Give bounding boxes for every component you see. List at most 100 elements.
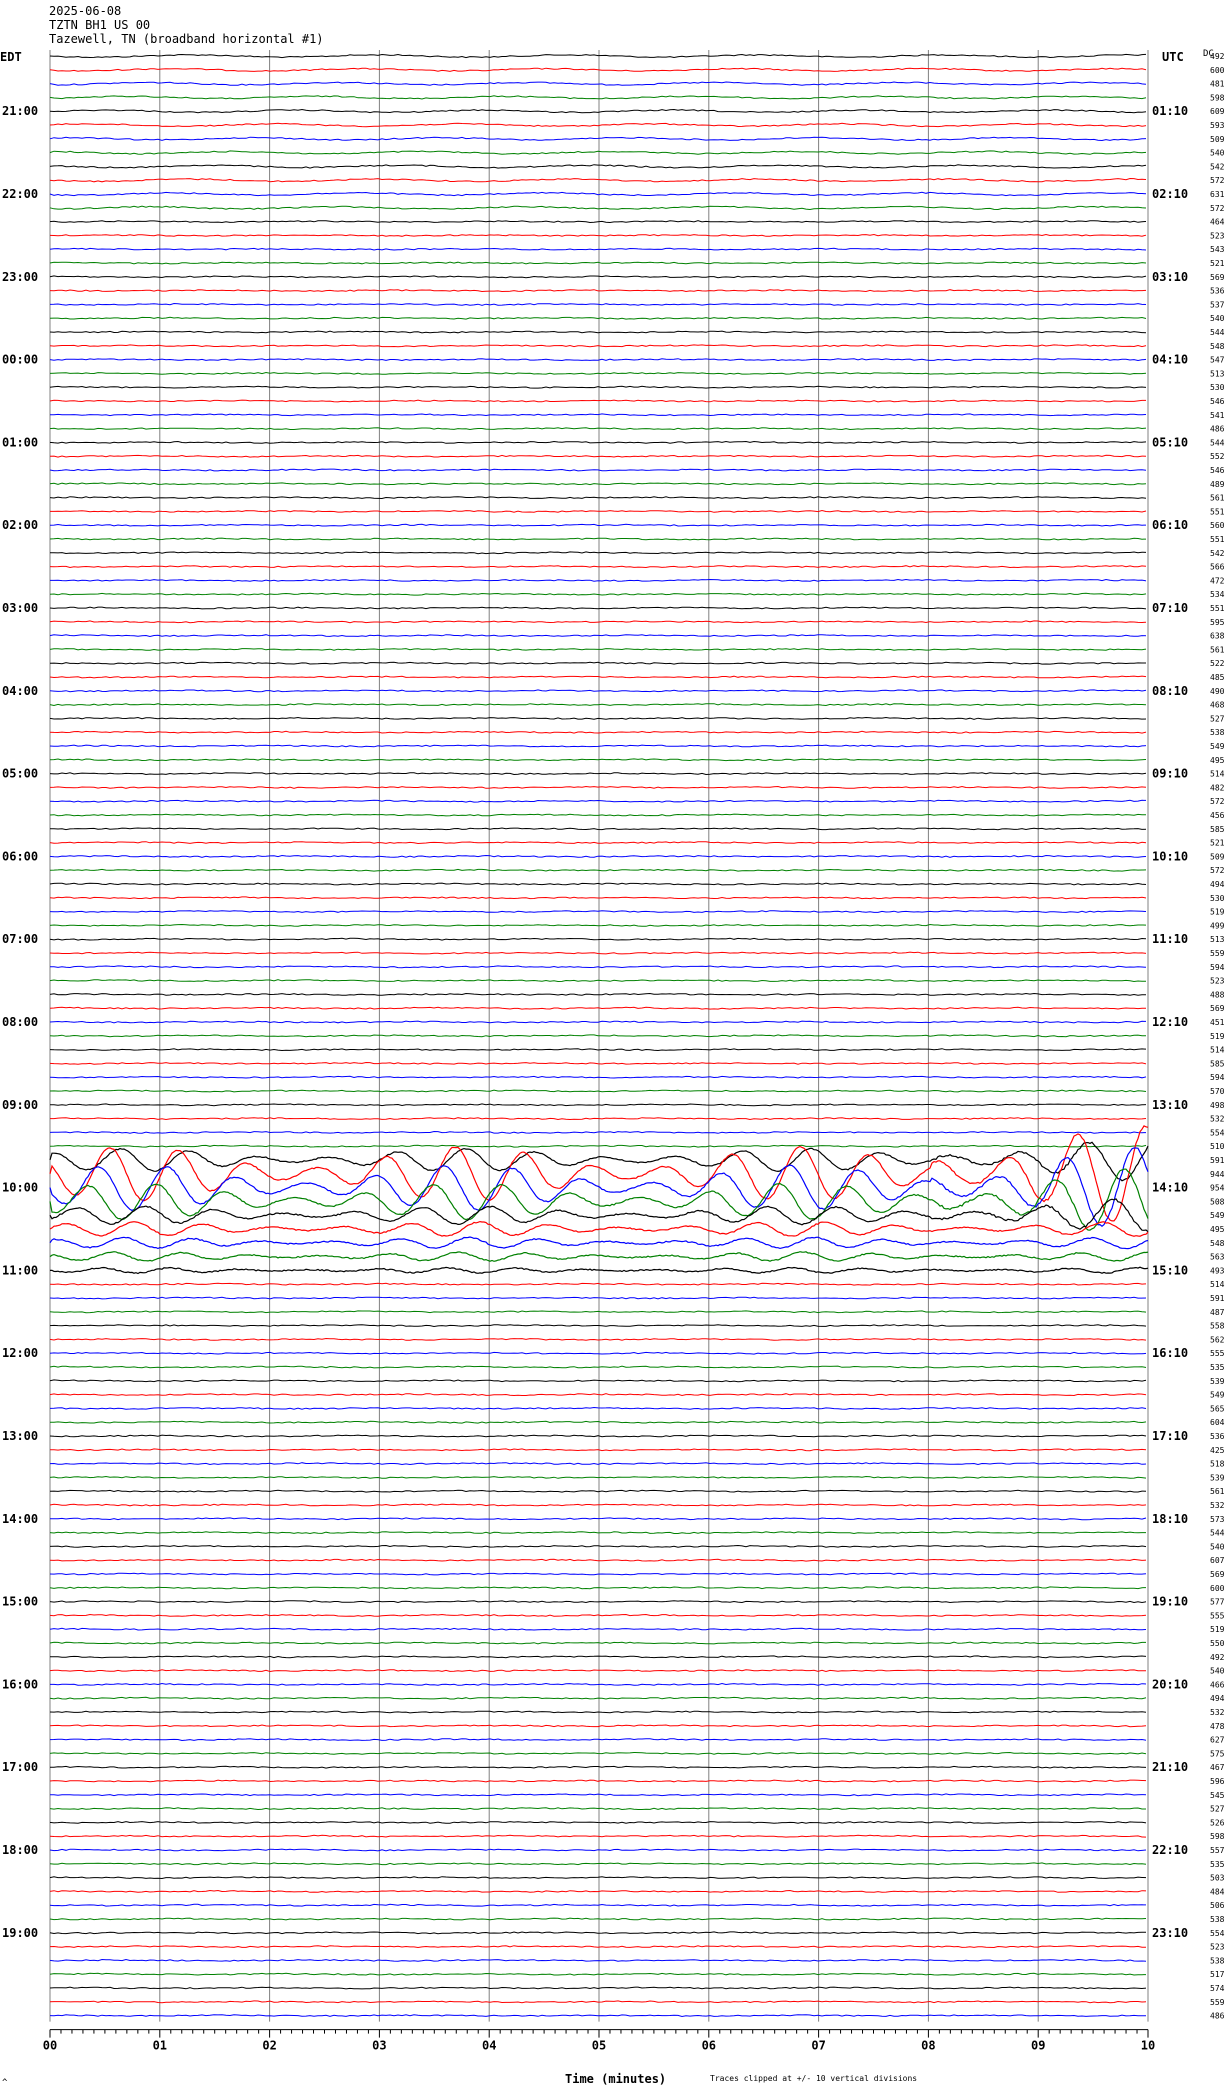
trace-row-137 — [49, 1945, 1146, 1949]
trace-row-89 — [49, 1282, 1147, 1286]
left-hour-label: 22:00 — [2, 187, 38, 201]
x-axis-title: Time (minutes) — [565, 2072, 667, 2086]
right-hour-label: 22:10 — [1152, 1843, 1188, 1857]
right-hour-label: 01:10 — [1152, 104, 1188, 118]
trace-row-132 — [49, 1876, 1147, 1880]
trace-row-8 — [49, 164, 1147, 169]
dc-offset-label: 572 — [1210, 176, 1225, 185]
trace-row-127 — [49, 1807, 1146, 1811]
dc-offset-label: 546 — [1210, 466, 1225, 475]
trace-row-58 — [49, 854, 1147, 858]
dc-offset-label: 561 — [1210, 645, 1225, 654]
left-hour-label: 21:00 — [2, 104, 38, 118]
corner-mark: ^ — [2, 2078, 8, 2088]
left-hour-label: 03:00 — [2, 601, 38, 615]
dc-offset-label: 544 — [1210, 1529, 1225, 1538]
trace-row-65 — [49, 951, 1147, 955]
trace-row-74 — [49, 1075, 1147, 1079]
dc-offset-label: 560 — [1210, 521, 1225, 530]
dc-offset-label: 544 — [1210, 438, 1225, 447]
dc-offset-label: 523 — [1210, 977, 1225, 986]
dc-offset-label: 555 — [1210, 1611, 1225, 1620]
left-hour-label: 16:00 — [2, 1677, 38, 1691]
right-hour-labels: 01:10 02:10 03:10 04:10 05:10 06:10 07:10 08:10… — [1152, 104, 1188, 1940]
left-hour-label: 04:00 — [2, 684, 38, 698]
dc-offset-label: 570 — [1210, 1087, 1225, 1096]
dc-offset-label: 522 — [1210, 659, 1225, 668]
dc-offset-label: 521 — [1210, 259, 1225, 268]
dc-offset-label: 543 — [1210, 245, 1225, 254]
x-tick-label: 07 — [811, 2039, 825, 2053]
trace-row-76 — [50, 1103, 1147, 1107]
dc-offset-label: 519 — [1210, 908, 1225, 917]
dc-offset-label: 518 — [1210, 1460, 1225, 1469]
clip-note: Traces clipped at +/- 10 vertical divisi… — [710, 2074, 918, 2083]
trace-row-42 — [49, 634, 1147, 638]
right-hour-label: 21:10 — [1152, 1760, 1188, 1774]
x-tick-label: 09 — [1031, 2039, 1045, 2053]
trace-row-18 — [49, 302, 1147, 306]
trace-row-54 — [49, 799, 1147, 803]
trace-row-128 — [49, 1821, 1147, 1824]
dc-offset-label: 526 — [1210, 1818, 1225, 1827]
dc-offset-label: 472 — [1210, 576, 1225, 585]
trace-row-14 — [49, 247, 1147, 251]
trace-row-45 — [49, 675, 1147, 679]
trace-row-107 — [49, 1531, 1146, 1535]
trace-row-55 — [49, 813, 1146, 817]
trace-row-13 — [49, 233, 1147, 237]
trace-row-21 — [49, 344, 1147, 348]
dc-offset-label: 598 — [1210, 1832, 1225, 1841]
dc-offset-label: 631 — [1210, 190, 1225, 199]
dc-offset-label: 538 — [1210, 1915, 1225, 1924]
right-hour-label: 12:10 — [1152, 1015, 1188, 1029]
right-hour-label: 14:10 — [1152, 1181, 1188, 1195]
trace-row-11 — [49, 205, 1147, 211]
left-hour-label: 05:00 — [2, 767, 38, 781]
trace-row-30 — [49, 468, 1147, 472]
left-hour-label: 17:00 — [2, 1760, 38, 1774]
left-hour-label: 23:00 — [2, 270, 38, 284]
dc-offset-label: 595 — [1210, 618, 1225, 627]
trace-row-109 — [49, 1558, 1147, 1562]
trace-row-92 — [49, 1324, 1147, 1328]
dc-offset-label: 550 — [1210, 1639, 1225, 1648]
x-tick-label: 01 — [153, 2039, 167, 2053]
dc-offset-label: 604 — [1210, 1418, 1225, 1427]
trace-row-115 — [49, 1641, 1146, 1645]
trace-row-102 — [49, 1462, 1147, 1466]
dc-offset-label: 488 — [1210, 990, 1225, 999]
left-hour-label: 11:00 — [2, 1263, 38, 1277]
trace-row-96 — [49, 1379, 1147, 1383]
dc-offset-label: 572 — [1210, 866, 1225, 875]
trace-row-71 — [49, 1034, 1147, 1038]
dc-offset-label: 490 — [1210, 687, 1225, 696]
trace-row-56 — [50, 827, 1147, 831]
dc-offset-label: 572 — [1210, 797, 1225, 806]
trace-row-26 — [49, 413, 1147, 417]
trace-row-9 — [49, 177, 1147, 183]
trace-row-46 — [49, 689, 1147, 693]
dc-offset-label: 540 — [1210, 1667, 1225, 1676]
dc-offset-label: 552 — [1210, 452, 1225, 461]
trace-row-93 — [49, 1337, 1147, 1341]
dc-offset-label: 574 — [1210, 1984, 1225, 1993]
right-hour-label: 07:10 — [1152, 601, 1188, 615]
dc-offset-label: 559 — [1210, 1998, 1225, 2007]
right-hour-label: 02:10 — [1152, 187, 1188, 201]
trace-row-3 — [49, 95, 1147, 100]
trace-row-125 — [49, 1779, 1147, 1783]
left-hour-labels: 21:00 22:00 23:00 00:00 01:00 02:00 03:00 04:00… — [2, 104, 38, 1940]
dc-offset-label: 513 — [1210, 935, 1225, 944]
trace-row-119 — [49, 1696, 1147, 1700]
dc-offset-label: 566 — [1210, 563, 1225, 572]
trace-row-68 — [49, 992, 1146, 996]
dc-offset-label: 492 — [1210, 52, 1225, 61]
trace-row-118 — [50, 1682, 1147, 1686]
right-hour-label: 13:10 — [1152, 1098, 1188, 1112]
dc-offset-label: 451 — [1210, 1018, 1225, 1027]
helicorder-chart: 21:00 22:00 23:00 00:00 01:00 02:00 03:00 04:00… — [2, 50, 1225, 2053]
dc-offset-label: 548 — [1210, 342, 1225, 351]
trace-row-134 — [49, 1903, 1147, 1907]
left-hour-label: 10:00 — [2, 1181, 38, 1195]
